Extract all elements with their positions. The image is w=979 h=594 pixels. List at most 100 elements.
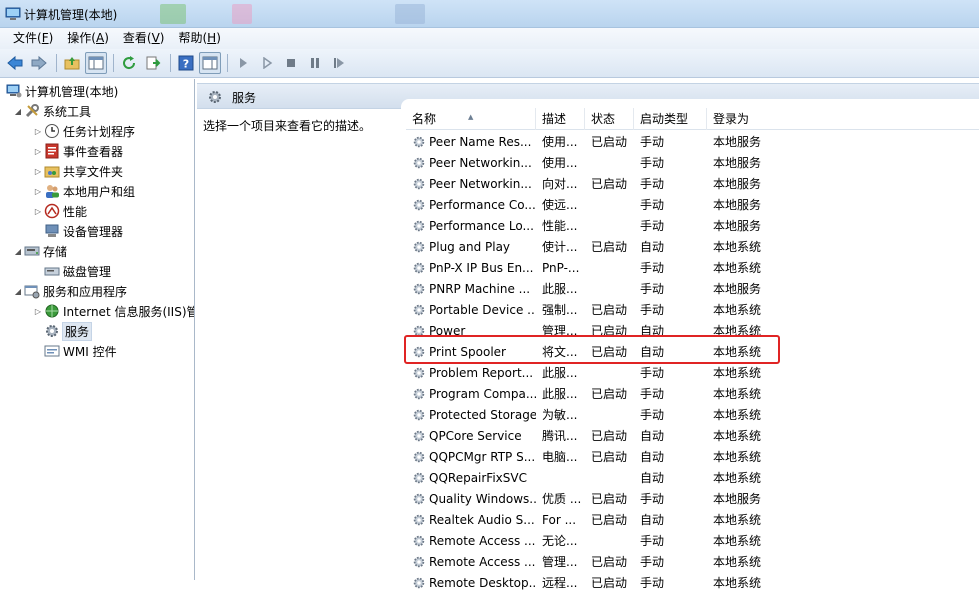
service-status: 已启动 [591,450,628,464]
menu-bar: 文件(F) 操作(A) 查看(V) 帮助(H) [0,28,979,49]
table-row[interactable]: Power 管理... 已启动 自动 本地系统 [406,321,979,342]
computer-management-icon [6,84,22,98]
service-status: 已启动 [591,492,628,506]
table-row[interactable]: PNRP Machine ... 此服... 手动 本地服务 [406,279,979,300]
back-button[interactable] [4,52,26,74]
show-action-pane-button[interactable] [199,52,221,74]
tree-item-wmi[interactable]: WMI 控件 [44,341,117,361]
start-service-button[interactable] [232,52,254,74]
column-status[interactable]: 状态 [585,108,634,130]
menu-file[interactable]: 文件(F) [6,29,60,48]
service-name: Realtek Audio S... [429,513,535,527]
menu-help[interactable]: 帮助(H) [171,29,227,48]
tree-item-disk-management[interactable]: 磁盘管理 [44,261,111,281]
expand-arrow-icon[interactable]: ▷ [32,207,44,216]
service-startup-type: 手动 [640,198,665,212]
tree-item-shared-folders[interactable]: ▷ 共享文件夹 [32,161,123,181]
table-row[interactable]: Plug and Play 使计... 已启动 自动 本地系统 [406,237,979,258]
tree-item-root[interactable]: 计算机管理(本地) [6,81,118,101]
column-name[interactable]: 名称 ▲ [406,108,536,130]
performance-icon [44,203,60,219]
tree-item-storage[interactable]: ◢ 存储 [12,241,67,261]
table-row[interactable]: Peer Networkin... 使用... 手动 本地服务 [406,153,979,174]
table-row[interactable]: PnP-X IP Bus En... PnP-... 手动 本地系统 [406,258,979,279]
start-paused-button[interactable] [256,52,278,74]
tree-item-services[interactable]: 服务 [44,321,93,341]
menu-view[interactable]: 查看(V) [116,29,172,48]
toolbar-separator [170,54,171,72]
tree-label: 存储 [43,244,68,259]
table-row[interactable]: Peer Name Res... 使用... 已启动 手动 本地服务 [406,132,979,153]
service-logon-as: 本地系统 [713,366,762,380]
expand-arrow-icon[interactable]: ▷ [32,167,44,176]
column-description[interactable]: 描述 [536,108,585,130]
clock-icon [45,124,59,138]
table-row[interactable]: Quality Windows... 优质 ... 已启动 手动 本地服务 [406,489,979,510]
tree-item-device-manager[interactable]: 设备管理器 [44,221,123,241]
tree-item-iis[interactable]: ▷ Internet 信息服务(IIS)管 [32,301,194,321]
iis-icon [45,304,59,318]
collapse-arrow-icon[interactable]: ◢ [12,247,24,256]
tree-item-system-tools[interactable]: ◢ 系统工具 [12,101,91,121]
table-row[interactable]: Peer Networkin... 向对... 已启动 手动 本地服务 [406,174,979,195]
expand-arrow-icon[interactable]: ▷ [32,307,44,316]
table-row[interactable]: Problem Report... 此服... 手动 本地系统 [406,363,979,384]
restart-service-button[interactable] [328,52,350,74]
export-list-button[interactable] [142,52,164,74]
service-status: 已启动 [591,576,628,590]
collapse-arrow-icon[interactable]: ◢ [12,107,24,116]
service-startup-type: 手动 [640,177,665,191]
tree-item-task-scheduler[interactable]: ▷ 任务计划程序 [32,121,135,141]
device-manager-icon [45,224,59,237]
service-name: Program Compa... [429,387,536,401]
show-hide-tree-button[interactable] [85,52,107,74]
background-blur [395,4,425,24]
column-startup-type[interactable]: 启动类型 [634,108,707,130]
service-description: 为敏... [542,408,578,422]
table-row[interactable]: Portable Device ... 强制... 已启动 手动 本地系统 [406,300,979,321]
tree-item-performance[interactable]: ▷ 性能 [32,201,87,221]
table-row[interactable]: QPCore Service 腾讯... 已启动 自动 本地系统 [406,426,979,447]
table-row[interactable]: Program Compa... 此服... 已启动 手动 本地系统 [406,384,979,405]
expand-arrow-icon[interactable]: ▷ [32,127,44,136]
column-logon-as[interactable]: 登录为 [707,108,979,130]
help-button[interactable]: ? [175,52,197,74]
table-row[interactable]: Remote Access ... 无论... 手动 本地系统 [406,531,979,552]
service-status [591,216,634,237]
forward-button[interactable] [28,52,50,74]
expand-arrow-icon[interactable]: ▷ [32,147,44,156]
details-pane: 服务 选择一个项目来查看它的描述。 名称 ▲ 描述 状态 启动类型 登录为 Pe… [197,79,979,590]
tree-item-local-users[interactable]: ▷ 本地用户和组 [32,181,135,201]
tree-item-event-viewer[interactable]: ▷ 事件查看器 [32,141,123,161]
computer-management-icon [5,7,21,20]
service-logon-as: 本地服务 [713,492,762,506]
table-row[interactable]: Performance Lo... 性能... 手动 本地服务 [406,216,979,237]
stop-service-button[interactable] [280,52,302,74]
toolbar-separator [56,54,57,72]
menu-action[interactable]: 操作(A) [60,29,116,48]
collapse-arrow-icon[interactable]: ◢ [12,287,24,296]
pause-service-button[interactable] [304,52,326,74]
table-row[interactable]: Realtek Audio S... For ... 已启动 自动 本地系统 [406,510,979,531]
table-row[interactable]: Remote Access ... 管理... 已启动 手动 本地系统 [406,552,979,573]
up-level-button[interactable] [61,52,83,74]
service-name: Quality Windows... [429,492,536,506]
table-row[interactable]: QQRepairFixSVC 自动 本地系统 [406,468,979,489]
toolbar-separator [227,54,228,72]
expand-arrow-icon[interactable]: ▷ [32,187,44,196]
table-row[interactable]: QQPCMgr RTP S... 电脑... 已启动 自动 本地系统 [406,447,979,468]
tree-item-services-apps[interactable]: ◢ 服务和应用程序 [12,281,127,301]
gear-icon [413,178,425,190]
table-row[interactable]: Print Spooler 将文... 已启动 自动 本地系统 [406,342,979,363]
table-row[interactable]: Remote Desktop... 远程... 已启动 手动 本地系统 [406,573,979,594]
table-row[interactable]: Performance Co... 使远... 手动 本地服务 [406,195,979,216]
tools-icon [25,104,39,118]
refresh-button[interactable] [118,52,140,74]
tree-label: 计算机管理(本地) [25,84,119,99]
table-row[interactable]: Protected Storage 为敏... 手动 本地系统 [406,405,979,426]
play-icon [240,58,247,68]
gear-icon [413,304,425,316]
service-name: QPCore Service [429,429,522,443]
tree-label: 本地用户和组 [63,184,136,199]
service-name: Remote Access ... [429,555,536,569]
